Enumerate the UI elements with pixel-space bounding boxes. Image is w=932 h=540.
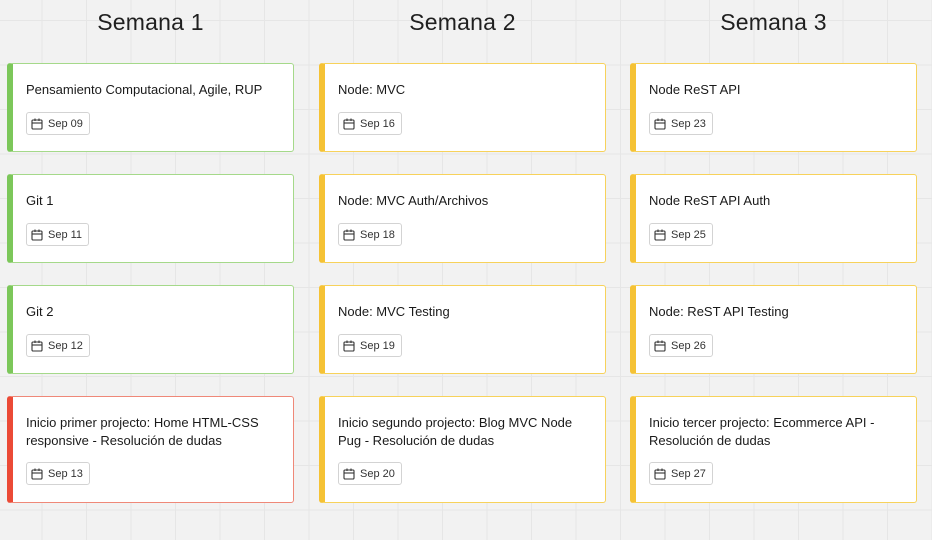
card-title: Inicio tercer projecto: Ecommerce API - … bbox=[649, 415, 875, 448]
date-label: Sep 19 bbox=[360, 339, 395, 352]
column-semana-3: Semana 3 Node ReST API Sep 23 Node ReST … bbox=[630, 0, 917, 503]
card[interactable]: Node: MVC Sep 16 bbox=[319, 63, 606, 152]
date-chip[interactable]: Sep 12 bbox=[26, 334, 90, 357]
date-chip[interactable]: Sep 18 bbox=[338, 223, 402, 246]
date-chip[interactable]: Sep 23 bbox=[649, 112, 713, 135]
date-chip[interactable]: Sep 20 bbox=[338, 462, 402, 485]
date-label: Sep 11 bbox=[48, 228, 83, 241]
card[interactable]: Node: ReST API Testing Sep 26 bbox=[630, 285, 917, 374]
card[interactable]: Inicio segundo projecto: Blog MVC Node P… bbox=[319, 396, 606, 503]
date-label: Sep 09 bbox=[48, 117, 83, 130]
column-title: Semana 1 bbox=[97, 9, 204, 35]
calendar-icon bbox=[31, 118, 43, 130]
calendar-icon bbox=[654, 118, 666, 130]
card-title: Node: ReST API Testing bbox=[649, 304, 789, 319]
card-title: Pensamiento Computacional, Agile, RUP bbox=[26, 82, 263, 97]
date-chip[interactable]: Sep 13 bbox=[26, 462, 90, 485]
date-label: Sep 13 bbox=[48, 467, 83, 480]
card-title: Git 2 bbox=[26, 304, 54, 319]
date-chip[interactable]: Sep 09 bbox=[26, 112, 90, 135]
card[interactable]: Inicio tercer projecto: Ecommerce API - … bbox=[630, 396, 917, 503]
calendar-icon bbox=[343, 118, 355, 130]
card-title: Inicio segundo projecto: Blog MVC Node P… bbox=[338, 415, 573, 448]
card-title: Inicio primer projecto: Home HTML-CSS re… bbox=[26, 415, 259, 448]
column-title: Semana 3 bbox=[720, 9, 827, 35]
card[interactable]: Pensamiento Computacional, Agile, RUP Se… bbox=[7, 63, 294, 152]
calendar-icon bbox=[31, 468, 43, 480]
column-semana-1: Semana 1 Pensamiento Computacional, Agil… bbox=[7, 0, 294, 503]
card-title: Node ReST API Auth bbox=[649, 193, 771, 208]
card-title: Node: MVC Auth/Archivos bbox=[338, 193, 489, 208]
calendar-icon bbox=[343, 468, 355, 480]
date-label: Sep 26 bbox=[671, 339, 706, 352]
date-label: Sep 16 bbox=[360, 117, 395, 130]
card[interactable]: Node: MVC Testing Sep 19 bbox=[319, 285, 606, 374]
card[interactable]: Git 1 Sep 11 bbox=[7, 174, 294, 263]
date-label: Sep 20 bbox=[360, 467, 395, 480]
calendar-icon bbox=[654, 468, 666, 480]
date-chip[interactable]: Sep 16 bbox=[338, 112, 402, 135]
calendar-icon bbox=[31, 229, 43, 241]
date-chip[interactable]: Sep 25 bbox=[649, 223, 713, 246]
column-title: Semana 2 bbox=[409, 9, 516, 35]
card-title: Git 1 bbox=[26, 193, 54, 208]
date-label: Sep 18 bbox=[360, 228, 395, 241]
card[interactable]: Git 2 Sep 12 bbox=[7, 285, 294, 374]
column-semana-2: Semana 2 Node: MVC Sep 16 Node: MVC Auth… bbox=[319, 0, 606, 503]
date-chip[interactable]: Sep 11 bbox=[26, 223, 90, 246]
calendar-icon bbox=[654, 340, 666, 352]
date-chip[interactable]: Sep 19 bbox=[338, 334, 402, 357]
card[interactable]: Node ReST API Auth Sep 25 bbox=[630, 174, 917, 263]
date-label: Sep 12 bbox=[48, 339, 83, 352]
date-chip[interactable]: Sep 27 bbox=[649, 462, 713, 485]
card[interactable]: Node: MVC Auth/Archivos Sep 18 bbox=[319, 174, 606, 263]
card-title: Node: MVC bbox=[338, 82, 406, 97]
calendar-icon bbox=[654, 229, 666, 241]
date-label: Sep 23 bbox=[671, 117, 706, 130]
calendar-icon bbox=[343, 340, 355, 352]
date-label: Sep 25 bbox=[671, 228, 706, 241]
card-title: Node ReST API bbox=[649, 82, 741, 97]
card[interactable]: Node ReST API Sep 23 bbox=[630, 63, 917, 152]
date-chip[interactable]: Sep 26 bbox=[649, 334, 713, 357]
card-title: Node: MVC Testing bbox=[338, 304, 450, 319]
card[interactable]: Inicio primer projecto: Home HTML-CSS re… bbox=[7, 396, 294, 503]
calendar-icon bbox=[31, 340, 43, 352]
date-label: Sep 27 bbox=[671, 467, 706, 480]
calendar-icon bbox=[343, 229, 355, 241]
